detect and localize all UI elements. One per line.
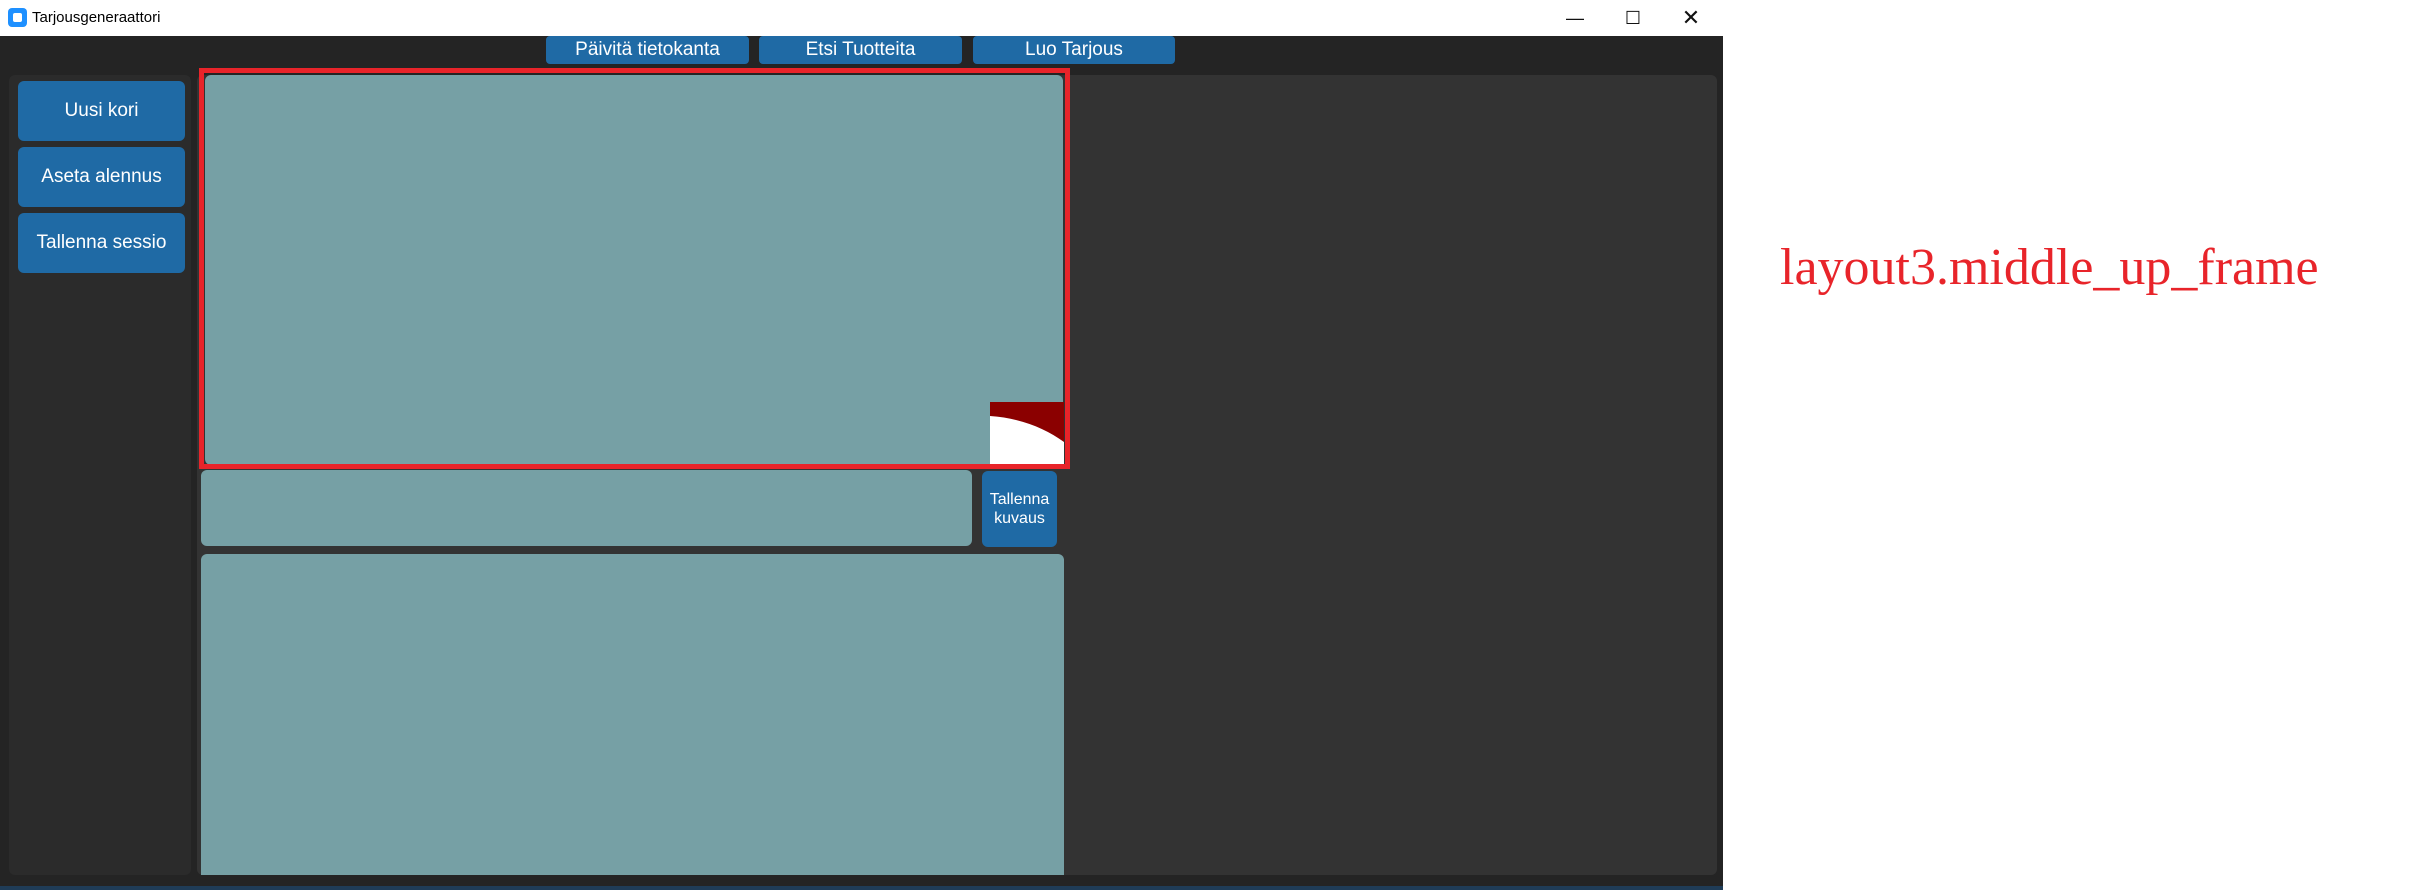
create-offer-button[interactable]: Luo Tarjous (973, 36, 1175, 64)
update-database-button[interactable]: Päivitä tietokanta (546, 36, 749, 64)
search-products-button[interactable]: Etsi Tuotteita (759, 36, 962, 64)
title-bar: Tarjousgeneraattori — ☐ ✕ (0, 0, 1723, 36)
close-button[interactable]: ✕ (1662, 0, 1720, 36)
save-session-button[interactable]: Tallenna sessio (18, 213, 185, 273)
new-cart-button[interactable]: Uusi kori (18, 81, 185, 141)
middle-low-frame (201, 554, 1064, 875)
app-window: Tarjousgeneraattori — ☐ ✕ Päivitä tietok… (0, 0, 1723, 890)
highlight-box (199, 68, 1070, 469)
sidebar: Uusi kori Aseta alennus Tallenna sessio (9, 75, 191, 875)
app-icon (8, 8, 27, 27)
description-entry[interactable] (201, 470, 972, 546)
window-title: Tarjousgeneraattori (32, 9, 161, 26)
save-description-button[interactable]: Tallenna kuvaus (982, 471, 1057, 547)
set-discount-button[interactable]: Aseta alennus (18, 147, 185, 207)
maximize-button[interactable]: ☐ (1604, 0, 1662, 36)
annotation-label: layout3.middle_up_frame (1780, 239, 2319, 296)
minimize-button[interactable]: — (1546, 0, 1604, 36)
